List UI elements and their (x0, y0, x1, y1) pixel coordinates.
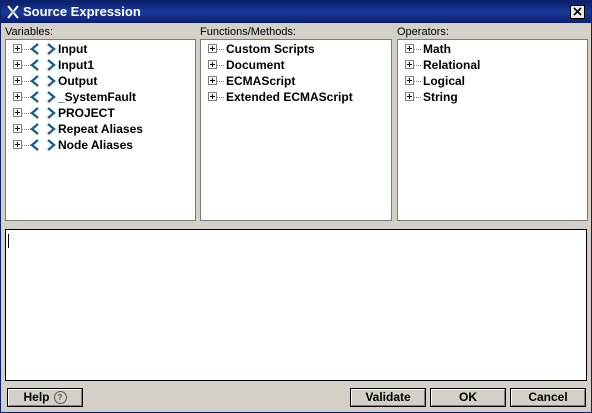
expand-icon[interactable] (13, 140, 22, 149)
expand-icon[interactable] (405, 76, 414, 85)
variable-icon (30, 43, 56, 55)
expand-icon[interactable] (13, 44, 22, 53)
tree-item-relational[interactable]: Relational (402, 57, 586, 73)
cancel-button[interactable]: Cancel (510, 388, 586, 407)
tree-item-input[interactable]: Input (10, 41, 195, 57)
functions-label: Functions/Methods: (200, 26, 296, 38)
variable-icon (30, 123, 56, 135)
tree-item-document[interactable]: Document (205, 57, 391, 73)
expand-icon[interactable] (13, 60, 22, 69)
expand-icon[interactable] (13, 76, 22, 85)
validate-button[interactable]: Validate (350, 388, 426, 407)
tree-item-label: Custom Scripts (226, 42, 315, 56)
variable-icon (30, 107, 56, 119)
app-icon (7, 5, 19, 19)
functions-list: Custom Scripts Document ECMAScript Exten… (205, 41, 391, 105)
operators-list: Math Relational Logical String (402, 41, 586, 105)
close-button[interactable] (570, 5, 585, 19)
tree-item-input1[interactable]: Input1 (10, 57, 195, 73)
tree-item-label: Output (58, 74, 98, 88)
tree-item-node-aliases[interactable]: Node Aliases (10, 137, 195, 153)
variables-tree[interactable]: Input Input1 Output _SystemFault PROJECT (5, 39, 196, 221)
variable-icon (30, 139, 56, 151)
tree-item-label: String (423, 90, 458, 104)
help-button[interactable]: Help? (7, 388, 83, 407)
tree-item-repeat-aliases[interactable]: Repeat Aliases (10, 121, 195, 137)
tree-item-label: Extended ECMAScript (226, 90, 353, 104)
expand-icon[interactable] (208, 44, 217, 53)
expand-icon[interactable] (208, 76, 217, 85)
functions-tree[interactable]: Custom Scripts Document ECMAScript Exten… (200, 39, 392, 221)
expand-icon[interactable] (405, 92, 414, 101)
tree-item-systemfault[interactable]: _SystemFault (10, 89, 195, 105)
tree-item-math[interactable]: Math (402, 41, 586, 57)
tree-item-label: Node Aliases (58, 138, 133, 152)
variables-label: Variables: (5, 26, 54, 38)
expand-icon[interactable] (13, 108, 22, 117)
operators-label: Operators: (397, 26, 449, 38)
tree-item-string[interactable]: String (402, 89, 586, 105)
tree-item-label: Math (423, 42, 451, 56)
title-bar[interactable]: Source Expression (1, 1, 591, 23)
variables-list: Input Input1 Output _SystemFault PROJECT (10, 41, 195, 153)
close-icon (573, 7, 582, 16)
tree-item-label: ECMAScript (226, 74, 296, 88)
tree-item-logical[interactable]: Logical (402, 73, 586, 89)
tree-item-label: _SystemFault (58, 90, 137, 104)
tree-item-output[interactable]: Output (10, 73, 195, 89)
ok-button[interactable]: OK (430, 388, 506, 407)
tree-item-label: Relational (423, 58, 481, 72)
tree-item-label: Document (226, 58, 285, 72)
operators-tree[interactable]: Math Relational Logical String (397, 39, 588, 221)
expand-icon[interactable] (208, 60, 217, 69)
tree-item-custom-scripts[interactable]: Custom Scripts (205, 41, 391, 57)
variable-icon (30, 59, 56, 71)
expand-icon[interactable] (405, 44, 414, 53)
tree-item-extended-ecmascript[interactable]: Extended ECMAScript (205, 89, 391, 105)
tree-item-label: Logical (423, 74, 466, 88)
expand-icon[interactable] (13, 124, 22, 133)
window-title: Source Expression (23, 4, 141, 19)
tree-item-label: PROJECT (58, 106, 115, 120)
variable-icon (30, 75, 56, 87)
tree-item-ecmascript[interactable]: ECMAScript (205, 73, 391, 89)
expression-editor[interactable] (5, 229, 587, 381)
tree-item-label: Input1 (58, 58, 94, 72)
tree-item-label: Input (58, 42, 88, 56)
tree-item-label: Repeat Aliases (58, 122, 143, 136)
expand-icon[interactable] (13, 92, 22, 101)
tree-item-project[interactable]: PROJECT (10, 105, 195, 121)
dialog-window: Source Expression Variables: Input Input… (0, 0, 592, 413)
text-caret (8, 234, 9, 248)
expand-icon[interactable] (405, 60, 414, 69)
expand-icon[interactable] (208, 92, 217, 101)
variable-icon (30, 91, 56, 103)
